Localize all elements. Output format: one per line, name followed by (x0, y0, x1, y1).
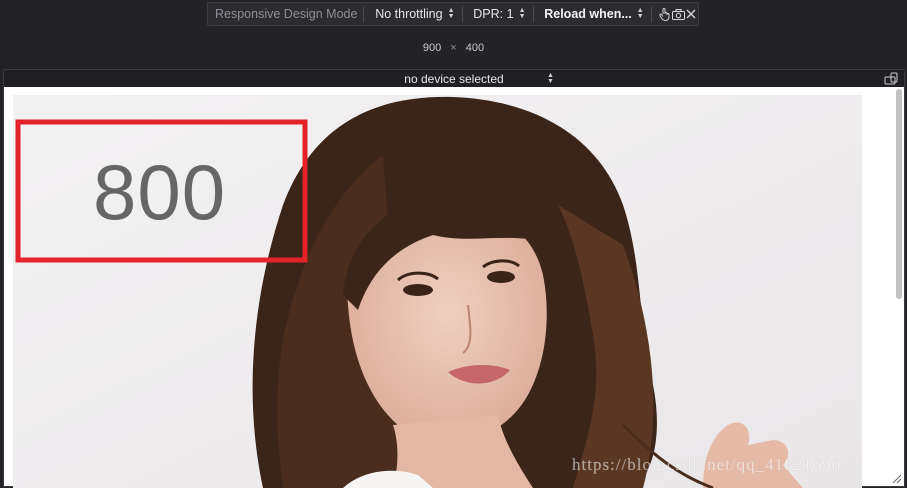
select-arrows-icon: ▲ ▼ (518, 7, 526, 20)
throttling-select[interactable]: No throttling ▲ ▼ (364, 7, 461, 21)
dpr-label: DPR: 1 (473, 7, 514, 21)
rdm-toolbar: Responsive Design Mode No throttling ▲ ▼ … (207, 2, 699, 26)
toolbar-title: Responsive Design Mode (215, 7, 358, 21)
box-number: 800 (93, 148, 227, 236)
rotate-icon[interactable] (884, 72, 900, 85)
width-value[interactable]: 900 (423, 42, 441, 54)
reload-select[interactable]: Reload when... ▲ ▼ (533, 7, 650, 21)
watermark: https://blog.csdn.net/qq_41821690 (572, 455, 842, 474)
scrollbar-thumb[interactable] (896, 89, 902, 299)
select-arrows-icon: ▲ ▼ (547, 72, 554, 85)
device-selector-label: no device selected (404, 71, 504, 86)
divider (650, 6, 652, 22)
device-selector[interactable]: no device selected ▲ ▼ (4, 70, 904, 87)
select-arrows-icon: ▲ ▼ (447, 7, 455, 20)
camera-icon[interactable] (671, 5, 685, 23)
select-arrows-icon: ▲ ▼ (636, 7, 644, 20)
resize-handle-icon[interactable] (892, 474, 902, 484)
reload-label: Reload when... (544, 7, 632, 21)
dimension-separator: × (450, 42, 457, 54)
close-icon[interactable] (685, 5, 698, 23)
viewport-frame: no device selected ▲ ▼ 800 (3, 69, 905, 488)
page-viewport: 800 (13, 95, 862, 488)
touch-icon[interactable] (658, 5, 671, 23)
viewport-dimensions: 900 × 400 (0, 42, 907, 54)
height-value[interactable]: 400 (466, 42, 484, 54)
throttling-label: No throttling (375, 7, 443, 21)
dpr-select[interactable]: DPR: 1 ▲ ▼ (462, 7, 532, 21)
